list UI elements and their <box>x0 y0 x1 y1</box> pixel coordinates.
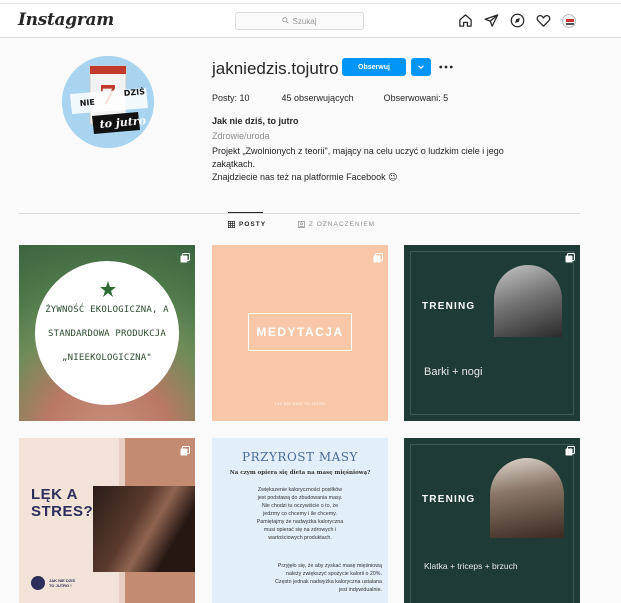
post-text-line: Zwiększenie kaloryczności posiłków <box>257 487 343 493</box>
post-title: TRENING <box>422 494 476 505</box>
post-title-line: „NIEEKOLOGICZNA" <box>62 353 152 363</box>
post-paragraph: Przyjęło się, że aby zyskać masę mięśnio… <box>212 562 388 594</box>
post-title-line: STRES? <box>31 503 94 520</box>
post-tile[interactable]: PRZYROST MASY Na czym opiera się dieta n… <box>212 438 388 603</box>
post-text-line: wartościowych produktach. <box>268 535 332 541</box>
followers-count[interactable]: 45 obserwujących <box>282 93 354 103</box>
posts-count: Posty: 10 <box>212 93 250 103</box>
brand-logo <box>31 576 45 590</box>
post-question: Na czym opiera się dieta na masę mięśnio… <box>229 470 371 476</box>
profile-full-name: Jak nie dziś, to jutro <box>212 116 299 126</box>
search-icon <box>282 16 290 26</box>
post-text-line: należy zwiększyć spożycie kalorii o 20%. <box>286 571 382 577</box>
post-text-line: Pamiętajmy że nadwyżka kaloryczna <box>256 519 344 525</box>
bio-line: Projekt „Zwolnionych z teorii", mający n… <box>212 146 504 156</box>
chevron-down-icon <box>418 65 424 69</box>
post-tile[interactable]: ŻYWNOŚĆ EKOLOGICZNA, A STANDARDOWA PRODU… <box>19 245 195 421</box>
plant-icon <box>100 281 116 297</box>
post-text-line: musi opierać się na zdrowych i <box>263 527 337 533</box>
carousel-icon <box>180 443 190 456</box>
tagged-icon <box>298 221 305 228</box>
post-tile[interactable]: TRENING Barki + nogi <box>404 245 580 421</box>
bio-line: Znajdziecie nas też na platformie Facebo… <box>212 172 398 182</box>
carousel-icon <box>565 250 575 263</box>
post-photo <box>494 265 562 337</box>
suggested-dropdown-button[interactable] <box>411 58 431 76</box>
search-placeholder: Szukaj <box>292 16 317 26</box>
bio-line: zakątkach. <box>212 159 256 169</box>
svg-text:NIE: NIE <box>79 98 95 108</box>
post-title-line: LĘK A <box>31 486 78 503</box>
tab-posts-label: POSTY <box>239 221 267 228</box>
post-subtitle: Barki + nogi <box>424 366 483 378</box>
post-tile[interactable]: TRENING Klatka + triceps + brzuch <box>404 438 580 603</box>
follow-button[interactable]: Obserwuj <box>342 58 406 76</box>
post-subtitle: Klatka + triceps + brzuch <box>424 561 518 571</box>
profile-stats: Posty: 10 45 obserwujących Obserwowani: … <box>212 93 480 103</box>
profile-picture[interactable]: 7 NIE DZIŚ to jutro <box>62 56 154 148</box>
brand-line: TO JUTRO ! <box>49 583 72 588</box>
post-tile[interactable]: MEDYTACJA JAK NIE DZIŚ TO JUTRO <box>212 245 388 421</box>
tab-tagged[interactable]: Z OZNACZENIEM <box>298 221 375 228</box>
carousel-icon <box>373 250 383 263</box>
post-title-line: STANDARDOWA PRODUKCJA <box>48 329 166 339</box>
carousel-icon <box>565 443 575 456</box>
tabs-divider <box>19 213 580 214</box>
direct-icon[interactable] <box>484 13 499 28</box>
more-options-button[interactable] <box>438 59 454 75</box>
home-icon[interactable] <box>458 13 473 28</box>
post-title: TRENING <box>422 301 476 312</box>
post-text-line: Przyjęło się, że aby zyskać masę mięśnio… <box>277 563 382 569</box>
tab-posts[interactable]: POSTY <box>228 221 266 228</box>
post-title: LĘK A STRES? <box>31 486 93 520</box>
top-nav: Instagram Szukaj <box>0 0 621 38</box>
carousel-icon <box>180 250 190 263</box>
post-paragraph: Zwiększenie kaloryczności posiłków jest … <box>212 486 388 542</box>
tab-tagged-label: Z OZNACZENIEM <box>309 221 376 228</box>
instagram-logo[interactable]: Instagram <box>18 10 114 30</box>
post-title: MEDYTACJA <box>248 313 352 351</box>
profile-category: Zdrowie/uroda <box>212 131 270 141</box>
following-count[interactable]: Obserwowani: 5 <box>384 93 449 103</box>
post-title: PRZYROST MASY <box>242 450 358 464</box>
post-photo <box>93 486 195 572</box>
profile-bio: Projekt „Zwolnionych z teorii", mający n… <box>212 145 552 184</box>
post-text-line: jest indywidualnie. <box>339 587 382 593</box>
grid-icon <box>228 221 235 228</box>
post-text-line: Często jednak nadwyżka kaloryczna ustala… <box>275 579 382 585</box>
heart-icon[interactable] <box>536 13 551 28</box>
post-tile[interactable]: LĘK A STRES? JAK NIE DZIŚ TO JUTRO ! <box>19 438 195 603</box>
post-text-line: jest podstawą do zbudowania masy. <box>257 495 343 501</box>
more-icon <box>439 65 453 69</box>
window-edge <box>0 0 621 4</box>
explore-icon[interactable] <box>510 13 525 28</box>
search-input[interactable]: Szukaj <box>235 12 364 30</box>
nav-icons <box>458 13 576 28</box>
post-text-line: jedzmy co chcemy i ile chcemy. <box>263 511 337 517</box>
post-photo <box>490 458 564 538</box>
profile-avatar[interactable] <box>562 13 576 28</box>
post-footer: JAK NIE DZIŚ TO JUTRO <box>274 402 326 406</box>
post-title-line: ŻYWNOŚĆ EKOLOGICZNA, A <box>45 305 169 315</box>
active-tab-indicator <box>228 212 263 213</box>
post-text-line: Nie chodzi tu oczywiście o to, że <box>261 503 339 509</box>
profile-username: jakniedzis.tojutro <box>212 59 339 78</box>
brand-text: JAK NIE DZIŚ TO JUTRO ! <box>49 578 75 588</box>
